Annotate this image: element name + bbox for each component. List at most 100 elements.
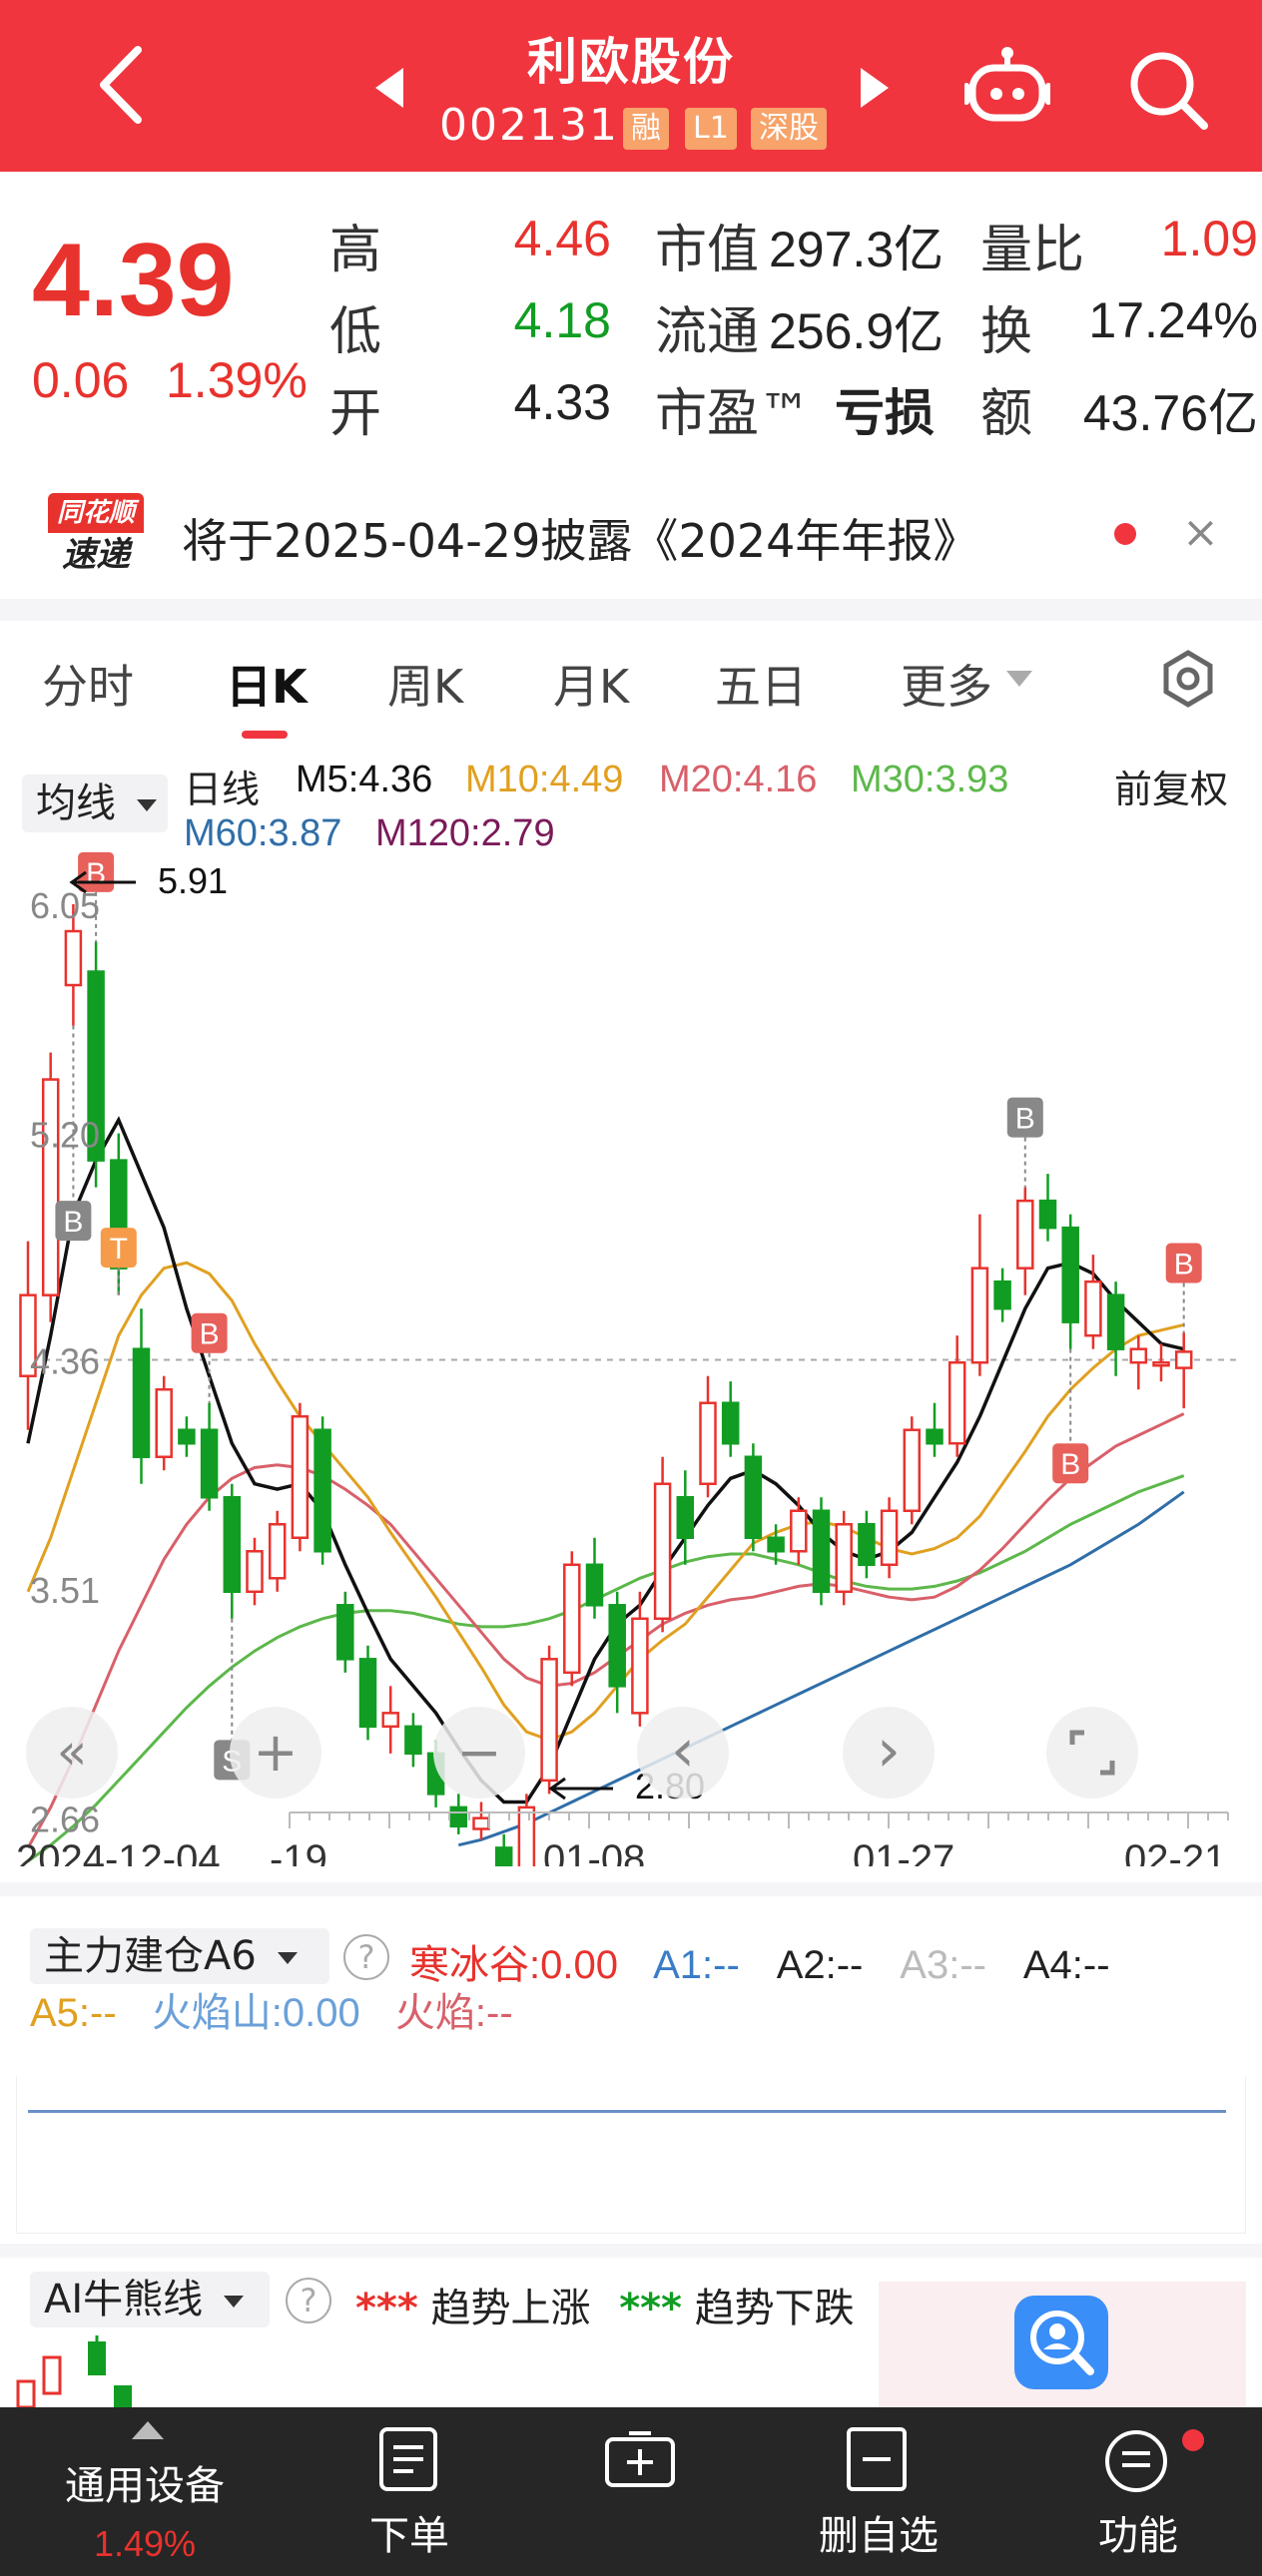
candle [291,1402,310,1552]
bottom-toolbar: 通用设备 1.49% 下单 删自选 功能 [0,2407,1262,2576]
logo-bottom: 速递 [62,535,130,575]
y-tick-label: 6.05 [30,885,100,926]
indicator-select[interactable]: 主力建仓A6 [30,1928,329,1984]
price-change-pct: 1.39% [166,352,308,408]
candle-body [993,1280,1011,1310]
candle-body [858,1523,876,1567]
indicator-chart[interactable] [16,2076,1246,2234]
ai-mini-candles [16,2335,132,2407]
downtrend-label: 趋势下跌 [694,2286,855,2331]
candle-body [721,1401,740,1445]
candle-body [517,1805,536,1866]
ma-line-m30 [27,1474,1185,1863]
next-stock-icon[interactable] [861,68,889,108]
ai-select-label: AI牛熊线 [44,2277,204,2322]
indicator-item: 火焰:-- [394,1991,513,2035]
adjust-mode[interactable]: 前复权 [1114,759,1228,813]
signal-label: T [110,1233,128,1266]
price-change: 0.06 [32,352,130,408]
ai-legend: *** 趋势上涨 *** 趋势下跌 [355,2276,855,2333]
function-button[interactable]: 功能 [1048,2503,1228,2561]
period-label: 日线 [184,770,261,811]
legend-m20: M20:4.16 [659,759,818,800]
zoom-in-icon: + [253,1721,298,1784]
volume-ratio-value: 1.09 [1160,211,1258,266]
chart-controls: « + − ‹ › [26,1707,1138,1799]
industry-button[interactable]: 通用设备 [40,2453,250,2511]
ai-indicator-select[interactable]: AI牛熊线 [30,2272,270,2327]
downtrend-dots: *** [619,2286,682,2331]
tab-more[interactable]: 更多 [901,651,992,717]
order-button[interactable]: 下单 [319,2503,499,2561]
candle [676,1470,695,1565]
candle [1152,1343,1170,1382]
tab-intraday[interactable]: 分时 [42,651,134,717]
shenzhen-connect-tag: 深股 [751,108,827,150]
pe-label: 市盈™ [655,384,812,444]
notice-close-icon[interactable]: × [1182,507,1219,558]
search-icon[interactable] [1124,46,1210,132]
indicator-item: A3:-- [900,1943,986,1987]
candle [835,1510,853,1606]
robot-icon[interactable] [964,46,1050,126]
candle-body [540,1658,558,1783]
x-tick-label: 01-08 [543,1837,645,1866]
candle [1084,1255,1102,1349]
settings-icon[interactable] [1158,649,1218,709]
ai-assistant-button[interactable] [1014,2296,1108,2389]
tab-weekly-k[interactable]: 周K [387,651,463,717]
candle [926,1402,944,1457]
candle-body [880,1509,899,1567]
amount-label: 额 [980,384,1033,444]
order-icon[interactable] [377,2425,439,2493]
candle [903,1416,922,1525]
signal-label: B [1015,1103,1035,1136]
candle [880,1497,899,1579]
kline-chart[interactable]: BBTBSBBB 6.055.204.363.512.66 5.91 2.80 … [0,848,1262,1866]
next-period-icon: › [877,1716,901,1786]
y-tick-label: 2.66 [30,1800,100,1840]
section-divider [0,1882,1262,1896]
candle [19,1241,37,1430]
notice-text[interactable]: 将于2025-04-29披露《2024年年报》 [182,505,978,571]
high-value: 4.46 [513,211,611,266]
float-cap-value: 256.9亿 [769,303,945,359]
tab-daily-k[interactable]: 日K [226,651,308,717]
remove-watchlist-icon[interactable] [845,2425,909,2493]
candle-body [790,1509,808,1553]
legend-m30: M30:3.93 [851,759,1009,800]
pe-value: 亏损 [835,385,935,441]
candle-body [926,1428,944,1445]
candle-body [563,1563,581,1675]
add-screen-icon[interactable] [603,2429,677,2493]
ma-indicator-select[interactable]: 均线 [22,774,168,832]
more-dropdown-icon[interactable] [1006,671,1032,687]
low-label: 低 [329,302,382,362]
zoom-out-icon: − [456,1721,501,1784]
candle [970,1214,989,1376]
tab-monthly-k[interactable]: 月K [553,651,629,717]
indicator-item: A2:-- [776,1943,864,1987]
chevron-down-icon [136,799,157,811]
candle [563,1551,581,1687]
help-icon[interactable]: ? [286,2278,331,2323]
help-icon[interactable]: ? [343,1934,389,1980]
amount-value: 43.76亿 [1082,385,1258,441]
candle-body [132,1347,151,1458]
candle [449,1794,468,1834]
candle [585,1537,604,1619]
tab-five-day[interactable]: 五日 [715,651,807,717]
stock-name: 利欧股份 [527,33,735,91]
fullscreen-button[interactable] [1046,1707,1138,1799]
signal-label: B [1060,1448,1080,1481]
active-tab-indicator [242,731,288,739]
candle [1016,1187,1034,1295]
x-tick-label: 01-27 [853,1837,954,1866]
candle [608,1591,626,1714]
menu-icon[interactable] [1102,2427,1170,2495]
candle [358,1645,377,1741]
candle [721,1381,740,1457]
remove-watchlist-button[interactable]: 删自选 [789,2503,968,2561]
candle [472,1802,490,1840]
chevron-up-icon[interactable] [132,2421,164,2439]
